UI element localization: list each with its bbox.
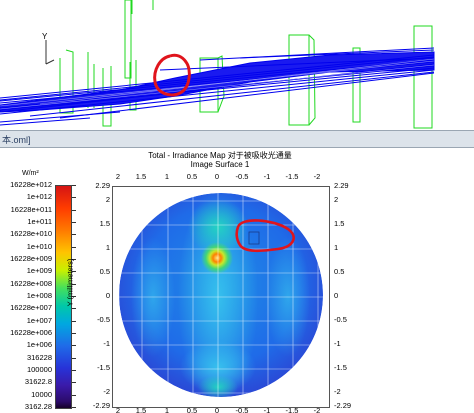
y-tick-label-right: -2 [334,387,341,396]
colorbar-tick-label: 16228e+006 [10,328,52,337]
chart-subtitle: Image Surface 1 [190,160,250,169]
irradiance-map-plot[interactable] [112,186,330,408]
x-tick-label-top: -1.5 [285,172,299,181]
colorbar-tick-mark [72,185,76,186]
y-axis-label: Y (millimeters) [65,258,75,307]
colorbar-tick-mark [72,357,76,359]
y-tick-label-right: 1 [334,243,339,252]
document-name-label: 本.oml] [2,135,31,145]
y-tick-label-left: 1.5 [99,219,110,228]
y-tick-label-right: -0.5 [334,315,347,324]
colorbar-tick-mark [72,197,76,199]
colorbar-tick-label: 1e+012 [26,192,52,202]
y-tick-label-right: -2.29 [334,401,352,410]
y-tick-label-right: -1.5 [334,363,347,372]
colorbar-tick-mark [72,394,76,396]
y-tick-label-right: -1 [334,339,341,348]
colorbar-tick-label: 100000 [26,365,52,374]
ray-trace-canvas [0,0,435,129]
colorbar-tick-label: 1e+008 [26,291,52,300]
y-tick-label-left: 0.5 [99,267,110,276]
y-tick-label-left: 2 [105,195,110,204]
y-tick-label-left: 2.29 [95,181,110,190]
colorbar-tick-mark [72,234,76,236]
document-tab-strip: 本.oml] [0,130,474,148]
colorbar-tick-label: 3162.28 [24,402,52,411]
y-tick-label-left: 0 [105,291,110,300]
x-tick-label-top: 2 [115,172,121,181]
colorbar-tick-mark [72,382,76,384]
colorbar-tick-label: 1e+011 [27,217,52,226]
y-tick-label-right: 2.29 [334,181,349,190]
colorbar-tick-label: 16228e+012 [10,180,52,189]
colorbar-tick-label: 316228 [26,352,52,362]
colorbar-units-label: W/m² [22,170,39,177]
colorbar-tick-label: 16228e+009 [10,254,52,263]
y-tick-label-right: 1.5 [334,219,345,228]
colorbar-tick-label: 1e+009 [26,266,52,276]
colorbar-tick-mark [72,370,76,371]
y-tick-label-right: 0.5 [334,267,345,276]
colorbar-tick-label: 10000 [31,389,52,399]
irradiance-heatmap [113,187,329,407]
y-tick-label-left: -1 [103,339,110,348]
ray-trace-layout-view[interactable]: Y [0,0,474,130]
y-tick-label-left: -2 [103,387,110,396]
x-tick-label-top: 1.5 [135,172,147,181]
x-tick-label-top: -1 [263,172,271,181]
colorbar-tick-label: 31622.8 [24,377,52,387]
colorbar-tick-label: 1e+007 [26,315,52,325]
hotspot-peak [201,242,233,274]
irradiance-map-chart[interactable]: Total - Irradiance Map 对于被吸收光通量 Image Su… [0,148,474,413]
colorbar-tick-mark [72,333,76,334]
colorbar-tick-mark [72,345,76,347]
y-tick-label-right: 2 [334,195,339,204]
colorbar-tick-mark [72,209,76,211]
x-tick-label-top: -0.5 [235,172,249,181]
colorbar-tick-label: 16228e+008 [10,278,52,288]
x-tick-label-top: -2 [313,172,321,181]
y-tick-label-left: -0.5 [97,315,110,324]
colorbar-tick-label: 16228e+011 [10,204,52,214]
x-tick-label-top: 1 [164,172,170,181]
colorbar-tick-mark [72,407,76,408]
y-tick-label-left: 1 [105,243,110,252]
colorbar-tick-label: 16228e+007 [10,303,52,313]
colorbar-tick-label: 1e+006 [26,340,52,350]
x-tick-label-top: 0 [214,172,220,181]
colorbar-tick-mark [72,222,76,223]
y-tick-label-left: -1.5 [97,363,110,372]
colorbar-tick-label: 1e+010 [26,241,52,251]
colorbar-tick-label: 16228e+010 [10,229,52,239]
y-tick-label-right: 0 [334,291,339,300]
layout-y-axis-label: Y [42,32,48,41]
y-tick-label-left: -2.29 [92,401,110,410]
x-tick-label-top: 0.5 [186,172,198,181]
